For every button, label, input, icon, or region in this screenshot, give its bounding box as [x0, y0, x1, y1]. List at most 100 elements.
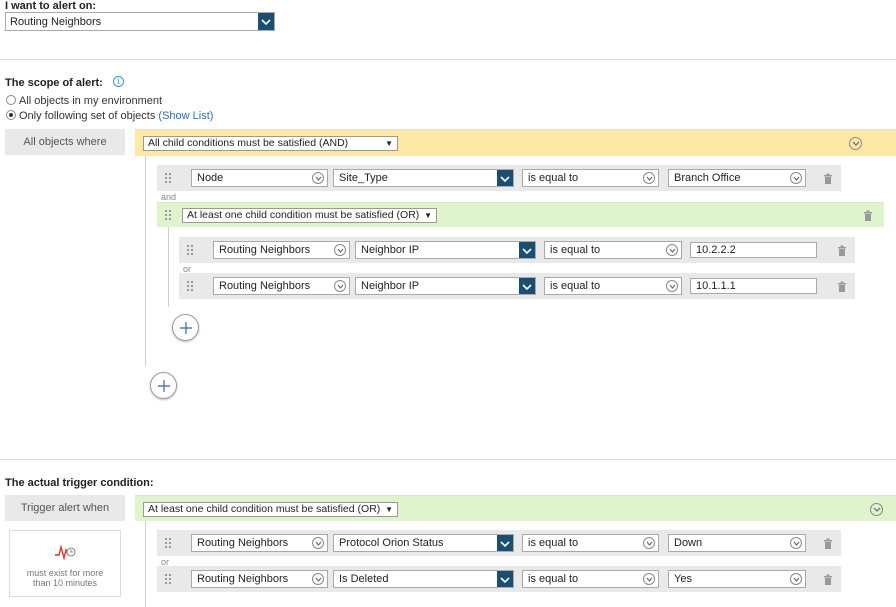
trigger-side-label: Trigger alert when [5, 495, 125, 521]
alert-on-select-value: Routing Neighbors [10, 16, 102, 28]
trash-icon[interactable] [823, 574, 833, 585]
add-subcondition-button[interactable] [172, 314, 199, 341]
info-icon[interactable]: i [113, 76, 124, 87]
property-select-value: Protocol Orion Status [339, 537, 444, 549]
add-condition-button[interactable] [150, 372, 177, 399]
operator-select[interactable]: is equal to [544, 241, 682, 259]
trash-icon[interactable] [823, 173, 833, 184]
condition-row: Node Site_Type is equal to Branch Office [157, 165, 841, 191]
trash-icon[interactable] [837, 281, 847, 292]
operator-select-value: is equal to [528, 537, 579, 549]
and-connector-label: and [161, 192, 177, 202]
or-subgroup-mode-select[interactable]: At least one child condition must be sat… [182, 208, 437, 223]
chevron-down-icon [790, 573, 802, 585]
tree-line [145, 521, 146, 607]
trigger-group-mode-value: At least one child condition must be sat… [148, 503, 381, 515]
property-select[interactable]: Neighbor IP [355, 241, 536, 259]
operator-select[interactable]: is equal to [522, 570, 659, 588]
drag-handle-icon[interactable] [165, 173, 173, 183]
trash-icon[interactable] [823, 538, 833, 549]
condition-row: Routing Neighbors Is Deleted is equal to… [157, 566, 841, 592]
and-group-mode-value: All child conditions must be satisfied (… [148, 137, 349, 149]
trigger-group-mode-select[interactable]: At least one child condition must be sat… [143, 502, 398, 517]
condition-row: Routing Neighbors Neighbor IP is equal t… [179, 273, 855, 299]
trigger-heading: The actual trigger condition: [5, 477, 154, 489]
value-select[interactable]: Down [668, 534, 806, 552]
chevron-down-icon[interactable] [258, 13, 274, 30]
operator-select-value: is equal to [528, 573, 579, 585]
radio-following-objects-label: Only following set of objects (Show List… [19, 110, 213, 122]
drag-handle-icon[interactable] [165, 210, 173, 220]
alert-on-select[interactable]: Routing Neighbors [5, 12, 275, 31]
chevron-down-icon [312, 537, 324, 549]
trash-icon[interactable] [837, 245, 847, 256]
drag-handle-icon[interactable] [165, 538, 173, 548]
property-select-value: Neighbor IP [361, 280, 420, 292]
operator-select[interactable]: is equal to [522, 169, 659, 187]
chevron-down-icon [643, 537, 655, 549]
alert-on-heading: I want to alert on: [5, 0, 97, 12]
and-group-band: All child conditions must be satisfied (… [135, 129, 896, 156]
radio-following-objects-text: Only following set of objects [19, 110, 156, 122]
collapse-chevron-icon[interactable] [849, 137, 862, 150]
object-select[interactable]: Routing Neighbors [191, 570, 328, 588]
time-condition-box[interactable]: must exist for more than 10 minutes [9, 530, 121, 597]
or-subgroup-mode-value: At least one child condition must be sat… [187, 209, 420, 221]
radio-following-objects[interactable] [6, 110, 16, 120]
object-select-value: Routing Neighbors [219, 244, 311, 256]
property-select[interactable]: Neighbor IP [355, 277, 536, 295]
object-select[interactable]: Node [191, 169, 328, 187]
value-input[interactable]: 10.2.2.2 [690, 242, 817, 258]
caret-down-icon: ▼ [424, 211, 432, 220]
collapse-chevron-icon[interactable] [870, 503, 883, 516]
and-group-mode-select[interactable]: All child conditions must be satisfied (… [143, 136, 398, 151]
property-select[interactable]: Site_Type [333, 169, 514, 187]
chevron-down-icon [666, 280, 678, 292]
drag-handle-icon[interactable] [165, 574, 173, 584]
chevron-down-icon [334, 280, 346, 292]
property-select[interactable]: Is Deleted [333, 570, 514, 588]
section-divider [0, 459, 896, 460]
drag-handle-icon[interactable] [187, 245, 195, 255]
operator-select[interactable]: is equal to [522, 534, 659, 552]
time-icon [55, 544, 76, 561]
value-select[interactable]: Branch Office [668, 169, 806, 187]
chevron-down-icon [497, 535, 513, 551]
chevron-down-icon [497, 571, 513, 587]
plus-icon [158, 380, 170, 392]
chevron-down-icon [312, 172, 324, 184]
operator-select[interactable]: is equal to [544, 277, 682, 295]
chevron-down-icon [334, 244, 346, 256]
radio-all-objects[interactable] [6, 95, 16, 105]
value-select-value: Yes [674, 573, 692, 585]
value-input-text: 10.1.1.1 [696, 280, 736, 292]
operator-select-value: is equal to [528, 172, 579, 184]
value-select-value: Down [674, 537, 703, 549]
time-condition-line2: than 10 minutes [32, 578, 98, 588]
time-condition-text: must exist for more than 10 minutes [10, 568, 120, 588]
value-select[interactable]: Yes [668, 570, 806, 588]
chevron-down-icon [790, 537, 802, 549]
object-select[interactable]: Routing Neighbors [213, 277, 350, 295]
chevron-down-icon [312, 573, 324, 585]
tree-line [145, 156, 146, 366]
value-input[interactable]: 10.1.1.1 [690, 278, 817, 294]
show-list-link[interactable]: Show List [162, 110, 210, 122]
tree-line [168, 227, 169, 307]
value-input-text: 10.2.2.2 [696, 244, 736, 256]
object-select[interactable]: Routing Neighbors [191, 534, 328, 552]
drag-handle-icon[interactable] [187, 281, 195, 291]
property-select-value: Is Deleted [339, 573, 389, 585]
condition-row: Routing Neighbors Protocol Orion Status … [157, 530, 841, 556]
time-condition-line1: must exist for more [26, 568, 104, 578]
value-select-value: Branch Office [674, 172, 741, 184]
chevron-down-icon [643, 172, 655, 184]
chevron-down-icon [519, 242, 535, 258]
property-select[interactable]: Protocol Orion Status [333, 534, 514, 552]
object-select[interactable]: Routing Neighbors [213, 241, 350, 259]
caret-down-icon: ▼ [385, 505, 393, 514]
trash-icon[interactable] [863, 210, 873, 221]
caret-down-icon: ▼ [385, 139, 393, 148]
object-select-value: Routing Neighbors [197, 537, 289, 549]
chevron-down-icon [643, 573, 655, 585]
